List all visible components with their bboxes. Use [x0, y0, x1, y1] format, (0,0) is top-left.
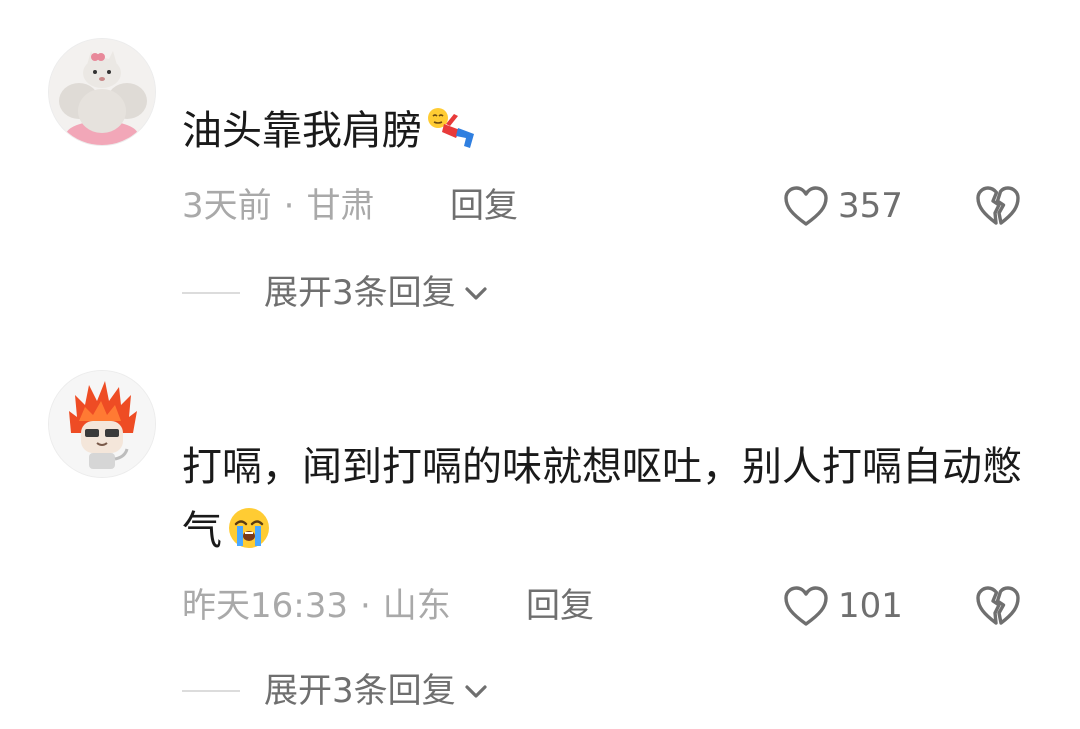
comment-body: 油头靠我肩膀 — [182, 108, 422, 154]
meta-separator: · — [359, 586, 371, 626]
comment-text: 油头靠我肩膀 — [182, 99, 1022, 171]
dislike-button[interactable] — [974, 582, 1022, 630]
expand-replies-label: 展开3条回复 — [264, 671, 456, 711]
chevron-down-icon — [465, 685, 487, 698]
reply-button[interactable]: 回复 — [526, 582, 594, 630]
user-avatar[interactable] — [48, 38, 156, 146]
like-count: 357 — [838, 186, 903, 226]
muscular-cat-avatar-icon — [49, 39, 155, 145]
user-avatar[interactable] — [48, 370, 156, 478]
loudly-crying-face-emoji-icon — [224, 504, 274, 571]
chevron-down-icon — [465, 287, 487, 300]
comment-meta: 昨天16:33 · 山东 — [182, 582, 451, 630]
comment-location: 山东 — [382, 586, 451, 626]
comment-meta: 3天前 · 甘肃 — [182, 182, 374, 230]
divider-line — [182, 690, 240, 692]
red-haired-cartoon-avatar-icon — [49, 371, 155, 477]
comment-body: 打嗝，闻到打嗝的味就想呕吐，别人打嗝自动憋气 — [182, 444, 1022, 554]
comment-location: 甘肃 — [306, 186, 375, 226]
comment-time: 昨天16:33 — [182, 586, 348, 626]
comment-item: 打嗝，闻到打嗝的味就想呕吐，别人打嗝自动憋气 昨天16:33 · 山东 回复 101… — [0, 340, 1080, 729]
divider-line — [182, 292, 240, 294]
dislike-button[interactable] — [974, 182, 1022, 230]
comment-item: 油头靠我肩膀 3天前 · 甘肃 回复 357 展开3条回复 — [0, 0, 1080, 340]
broken-heart-icon — [976, 586, 1020, 625]
like-count: 101 — [838, 586, 903, 626]
meta-separator: · — [283, 186, 295, 226]
expand-replies-button[interactable]: 展开3条回复 — [182, 667, 490, 715]
person-lying-emoji-icon — [424, 106, 480, 171]
heart-outline-icon — [784, 186, 828, 226]
broken-heart-icon — [976, 186, 1020, 225]
expand-replies-label: 展开3条回复 — [264, 273, 456, 313]
like-button[interactable]: 357 — [782, 182, 903, 230]
reply-button[interactable]: 回复 — [450, 182, 518, 230]
comment-text: 打嗝，闻到打嗝的味就想呕吐，别人打嗝自动憋气 — [182, 435, 1022, 571]
heart-outline-icon — [784, 586, 828, 626]
expand-replies-button[interactable]: 展开3条回复 — [182, 269, 490, 317]
comment-time: 3天前 — [182, 186, 272, 226]
like-button[interactable]: 101 — [782, 582, 903, 630]
